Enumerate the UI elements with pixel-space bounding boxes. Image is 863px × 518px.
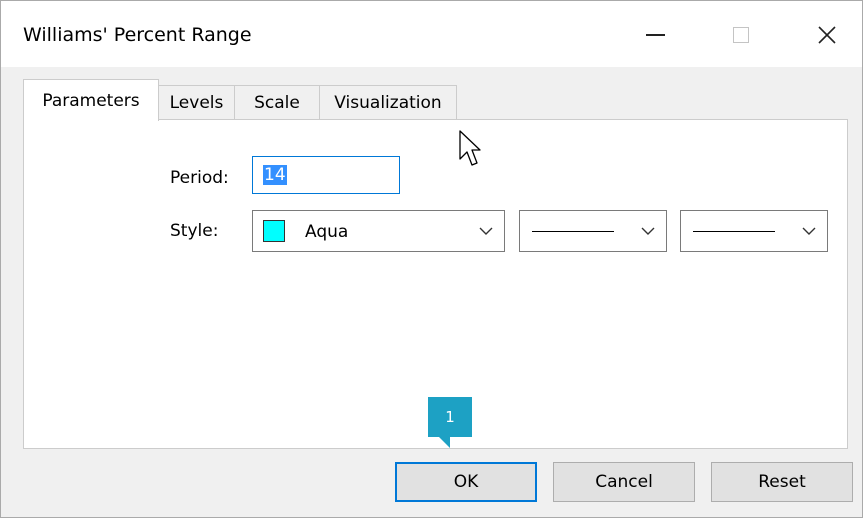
close-button[interactable]: [801, 11, 853, 59]
tab-levels[interactable]: Levels: [158, 85, 235, 119]
tab-visualization[interactable]: Visualization: [319, 85, 457, 119]
chevron-down-icon: [802, 227, 816, 235]
line-width-select[interactable]: [680, 210, 828, 252]
color-swatch: [263, 220, 285, 242]
line-style-icon: [532, 231, 614, 232]
chevron-down-icon: [479, 227, 493, 235]
chevron-down-icon: [641, 227, 655, 235]
title-bar[interactable]: Williams' Percent Range: [1, 1, 862, 67]
step-callout: 1: [428, 397, 472, 437]
line-width-icon: [693, 231, 775, 232]
callout-pointer: [439, 437, 450, 448]
close-icon: [818, 26, 836, 44]
indicator-dialog: Williams' Percent Range Parameters Level…: [0, 0, 863, 518]
tab-scale[interactable]: Scale: [234, 85, 320, 119]
cancel-button[interactable]: Cancel: [553, 462, 695, 502]
mouse-cursor-icon: [459, 130, 481, 166]
reset-button[interactable]: Reset: [711, 462, 853, 502]
color-select[interactable]: Aqua: [252, 210, 505, 252]
period-value: 14: [263, 165, 287, 185]
maximize-button[interactable]: [715, 11, 767, 59]
color-name: Aqua: [305, 222, 349, 242]
minimize-icon: [645, 34, 665, 36]
period-input[interactable]: 14: [252, 156, 400, 194]
window-title: Williams' Percent Range: [23, 24, 252, 46]
style-label: Style:: [170, 221, 219, 241]
ok-button[interactable]: OK: [395, 462, 537, 502]
minimize-button[interactable]: [629, 11, 681, 59]
tab-parameters[interactable]: Parameters: [23, 79, 159, 121]
maximize-icon: [733, 27, 749, 43]
period-label: Period:: [170, 168, 229, 188]
line-style-select[interactable]: [519, 210, 667, 252]
